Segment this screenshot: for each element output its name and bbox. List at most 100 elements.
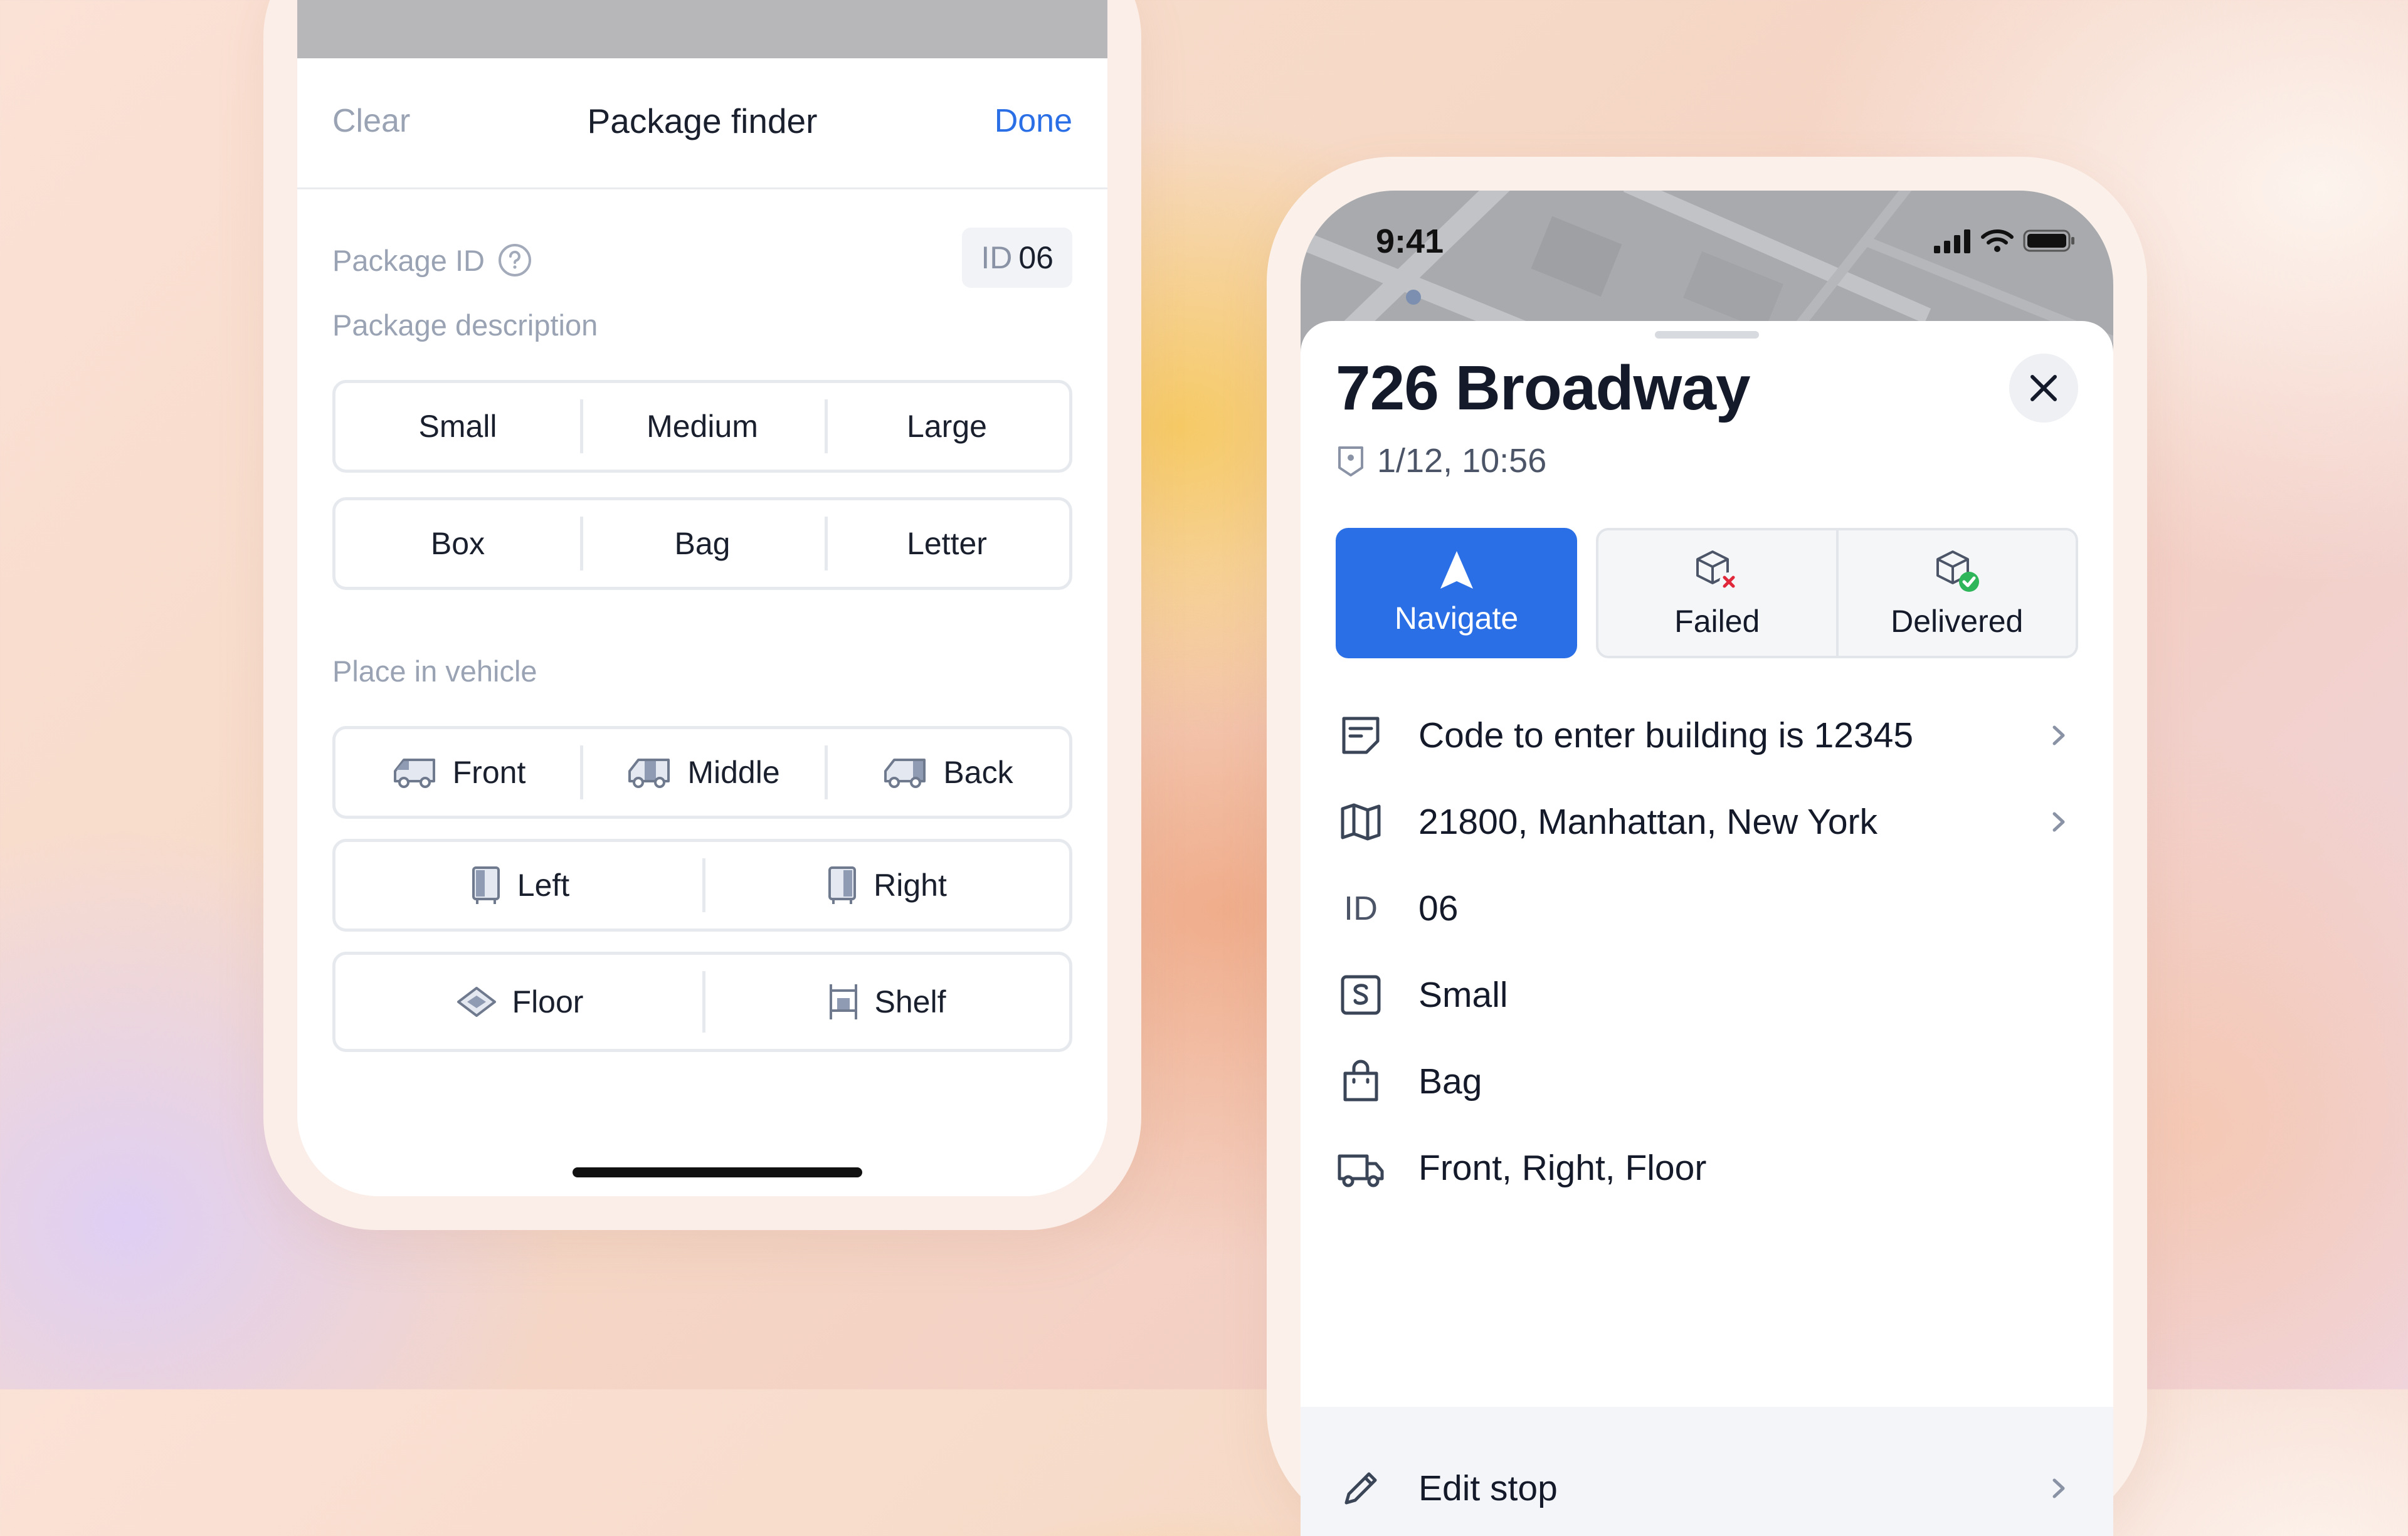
status-icons bbox=[1933, 228, 2076, 253]
delivered-label: Delivered bbox=[1891, 604, 2024, 639]
level-segment: Floor Shelf bbox=[332, 952, 1072, 1052]
package-finder-phone: Clear Package finder Done Package ID ID … bbox=[263, 0, 1141, 1230]
failed-button[interactable]: Failed bbox=[1598, 530, 1836, 656]
note-row[interactable]: Code to enter building is 12345 bbox=[1336, 692, 2078, 779]
id-icon: ID bbox=[1336, 883, 1386, 934]
navigate-button[interactable]: Navigate bbox=[1336, 528, 1577, 658]
close-button[interactable] bbox=[2009, 354, 2078, 423]
pencil-icon bbox=[1336, 1463, 1386, 1513]
bag-icon bbox=[1336, 1056, 1386, 1107]
navigate-arrow-icon bbox=[1440, 551, 1473, 589]
id-icon-label: ID bbox=[1344, 890, 1378, 927]
package-id-value: 06 bbox=[1018, 240, 1054, 275]
stop-details-screen: 9:41 726 Broadway 1/12, 10:56 Navigate F… bbox=[1301, 191, 2113, 1536]
position-option-front[interactable]: Front bbox=[335, 729, 580, 816]
size-text: Small bbox=[1418, 975, 1508, 1015]
type-option-bag[interactable]: Bag bbox=[580, 500, 825, 587]
sheet-header: Clear Package finder Done bbox=[297, 58, 1107, 189]
stop-timestamp-text: 1/12, 10:56 bbox=[1377, 442, 1547, 480]
size-icon bbox=[1336, 970, 1386, 1020]
position-middle-label: Middle bbox=[687, 755, 780, 790]
type-text: Bag bbox=[1418, 1061, 1482, 1102]
help-icon[interactable] bbox=[497, 243, 532, 278]
level-option-shelf[interactable]: Shelf bbox=[702, 955, 1069, 1049]
edit-stop-section: Edit stop bbox=[1301, 1407, 2113, 1536]
van-front-icon bbox=[393, 759, 435, 788]
placement-row: Front, Right, Floor bbox=[1336, 1125, 2078, 1211]
position-segment: Front Middle Back bbox=[332, 726, 1072, 819]
signal-icon bbox=[1934, 229, 1970, 253]
edit-stop-row[interactable]: Edit stop bbox=[1336, 1457, 2078, 1520]
size-option-medium[interactable]: Medium bbox=[580, 383, 825, 470]
side-option-left[interactable]: Left bbox=[335, 842, 702, 928]
dimmed-background bbox=[297, 0, 1107, 58]
truck-icon bbox=[1336, 1143, 1386, 1193]
van-back-icon bbox=[884, 759, 926, 788]
package-id-row: Package ID ID 06 bbox=[332, 228, 1072, 288]
navigate-label: Navigate bbox=[1394, 601, 1519, 636]
stop-address-title: 726 Broadway bbox=[1336, 353, 1751, 423]
side-left-label: Left bbox=[517, 868, 570, 903]
package-failed-icon bbox=[1696, 550, 1739, 591]
delivered-button[interactable]: Delivered bbox=[1835, 530, 2076, 656]
package-id-label: Package ID bbox=[332, 243, 485, 277]
placement-text: Front, Right, Floor bbox=[1418, 1148, 1707, 1188]
seat-right-icon bbox=[828, 866, 857, 904]
level-shelf-label: Shelf bbox=[874, 984, 946, 1019]
level-floor-label: Floor bbox=[512, 984, 584, 1019]
chevron-right-icon bbox=[2052, 1478, 2065, 1498]
floor-icon bbox=[457, 987, 496, 1017]
level-option-floor[interactable]: Floor bbox=[335, 955, 702, 1049]
note-text: Code to enter building is 12345 bbox=[1418, 715, 1914, 755]
type-row: Bag bbox=[1336, 1038, 2078, 1125]
package-id-chip[interactable]: ID 06 bbox=[962, 228, 1072, 288]
stop-actions: Navigate Failed Delivered bbox=[1336, 528, 2078, 658]
position-option-middle[interactable]: Middle bbox=[580, 729, 825, 816]
package-finder-sheet: Clear Package finder Done Package ID ID … bbox=[297, 58, 1107, 1196]
package-id-label-wrap: Package ID bbox=[332, 243, 532, 278]
id-row: ID 06 bbox=[1336, 865, 2078, 952]
type-option-letter[interactable]: Letter bbox=[825, 500, 1069, 587]
wifi-icon bbox=[1981, 229, 2014, 252]
package-description-label: Package description bbox=[332, 308, 598, 342]
sheet-title: Package finder bbox=[587, 102, 818, 140]
stop-details-phone: 9:41 726 Broadway 1/12, 10:56 Navigate F… bbox=[1267, 157, 2147, 1536]
position-front-label: Front bbox=[452, 755, 526, 790]
delivery-status-group: Failed Delivered bbox=[1596, 528, 2078, 658]
van-middle-icon bbox=[628, 759, 670, 788]
sheet-grabber[interactable] bbox=[1655, 331, 1759, 339]
package-id-prefix: ID bbox=[981, 240, 1013, 275]
id-value: 06 bbox=[1418, 888, 1459, 928]
size-option-small[interactable]: Small bbox=[335, 383, 580, 470]
stop-timestamp: 1/12, 10:56 bbox=[1336, 441, 1546, 480]
side-option-right[interactable]: Right bbox=[702, 842, 1069, 928]
shelf-icon bbox=[829, 984, 857, 1019]
position-back-label: Back bbox=[943, 755, 1013, 790]
location-row[interactable]: 21800, Manhattan, New York bbox=[1336, 779, 2078, 865]
stop-card: 726 Broadway 1/12, 10:56 Navigate Failed… bbox=[1301, 321, 2113, 1536]
chevron-right-icon bbox=[2052, 812, 2065, 832]
note-icon bbox=[1336, 710, 1386, 760]
chevron-right-icon bbox=[2052, 725, 2065, 745]
side-right-label: Right bbox=[874, 868, 947, 903]
size-option-large[interactable]: Large bbox=[825, 383, 1069, 470]
position-option-back[interactable]: Back bbox=[825, 729, 1069, 816]
place-in-vehicle-label: Place in vehicle bbox=[332, 655, 537, 688]
failed-label: Failed bbox=[1674, 604, 1760, 639]
stop-info-list: Code to enter building is 12345 21800, M… bbox=[1336, 692, 2078, 1211]
done-button[interactable]: Done bbox=[995, 102, 1072, 140]
home-indicator bbox=[573, 1167, 862, 1177]
size-segment: Small Medium Large bbox=[332, 380, 1072, 473]
status-time: 9:41 bbox=[1376, 223, 1444, 260]
side-segment: Left Right bbox=[332, 839, 1072, 932]
location-text: 21800, Manhattan, New York bbox=[1418, 802, 1878, 842]
package-finder-screen: Clear Package finder Done Package ID ID … bbox=[297, 0, 1107, 1196]
size-row: Small bbox=[1336, 952, 2078, 1038]
seat-left-icon bbox=[472, 866, 500, 904]
battery-icon bbox=[2023, 229, 2074, 252]
type-segment: Box Bag Letter bbox=[332, 497, 1072, 590]
map-icon bbox=[1336, 797, 1386, 847]
type-option-box[interactable]: Box bbox=[335, 500, 580, 587]
location-pin-icon bbox=[1338, 446, 1363, 476]
package-delivered-icon bbox=[1936, 550, 1979, 592]
